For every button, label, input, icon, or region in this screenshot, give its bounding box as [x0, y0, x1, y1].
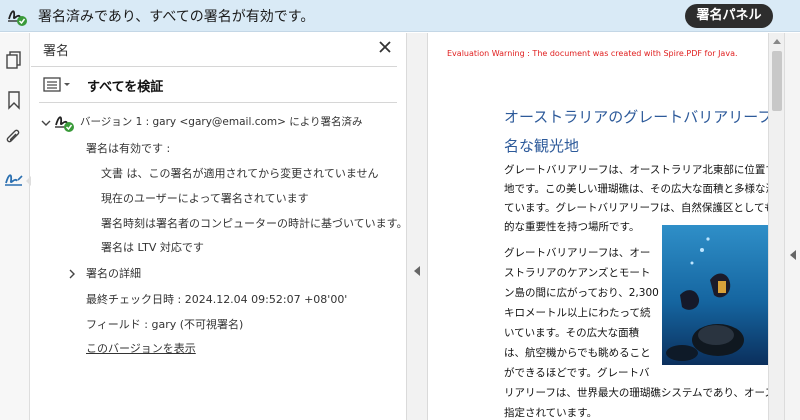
bookmark-icon[interactable]	[3, 89, 25, 111]
paragraph-line: 指定されています。	[504, 407, 598, 419]
paragraph-line: リアリーフは、世界最大の珊瑚礁システムであり、オース	[504, 387, 769, 399]
paragraph-line: キロメートル以上にわたって続	[504, 307, 651, 319]
scrollbar-thumb[interactable]	[772, 51, 782, 111]
signature-field: フィールド : gary (不可視署名)	[86, 318, 244, 331]
signature-panel-button[interactable]: 署名パネル	[685, 4, 773, 28]
document-heading: 名な観光地	[504, 137, 580, 155]
options-menu-icon[interactable]	[43, 76, 75, 94]
signature-details-toggle[interactable]: 署名の詳細	[86, 265, 141, 281]
verify-all-button[interactable]: すべてを検証	[87, 76, 163, 95]
right-rail[interactable]	[784, 33, 800, 420]
paragraph-line: いています。その広大な面積	[504, 327, 640, 339]
version-line[interactable]: バージョン 1 : gary <gary@email.com> により署名済み	[80, 114, 363, 129]
document-scrollbar[interactable]	[768, 33, 784, 420]
expand-right-panel-icon[interactable]	[790, 250, 796, 260]
scroll-up-icon[interactable]	[773, 39, 781, 44]
signature-valid-icon	[8, 10, 27, 26]
paragraph-line: ン島の間に広がっており、2,300	[504, 287, 659, 299]
detail-item: 署名は LTV 対応です	[101, 241, 204, 254]
signature-panel: 署名 すべてを検証 バージョン 1 : gary <gary@email.com…	[31, 33, 408, 420]
attachment-icon[interactable]	[3, 126, 25, 148]
left-navigation-rail	[0, 33, 31, 420]
panel-title: 署名	[43, 44, 70, 59]
paragraph-line: グレートバリアリーフは、オー	[504, 247, 651, 259]
paragraph-line: ストラリアのケアンズとモート	[504, 267, 651, 279]
last-check-time: 最終チェック日時 : 2024.12.04 09:52:07 +08'00'	[86, 293, 348, 306]
document-page: Evaluation Warning : The document was cr…	[429, 33, 769, 420]
signature-valid-icon	[55, 116, 74, 132]
paragraph-line: ができるほどです。グレートバ	[504, 367, 650, 379]
signature-status-banner: 署名済みであり、すべての署名が有効です。 署名パネル	[0, 0, 800, 32]
detail-item: 現在のユーザーによって署名されています	[101, 192, 309, 205]
signature-valid-heading: 署名は有効です :	[86, 142, 171, 155]
reef-photo	[662, 225, 769, 365]
panel-splitter[interactable]	[406, 33, 428, 420]
detail-item: 署名時刻は署名者のコンピューターの時計に基づいています。	[101, 217, 408, 230]
paragraph-line: 地です。この美しい珊瑚礁は、その広大な面積と多様な海	[504, 183, 769, 195]
paragraph-line: ています。グレートバリアリーフは、自然保護区としても	[504, 202, 769, 214]
close-icon[interactable]	[377, 39, 393, 55]
banner-message: 署名済みであり、すべての署名が有効です。	[38, 9, 315, 25]
divider	[31, 66, 397, 67]
paragraph-line: 的な重要性を持つ場所です。	[504, 221, 640, 233]
collapse-panel-icon[interactable]	[414, 266, 420, 276]
document-heading: オーストラリアのグレートバリアリーフ	[504, 108, 769, 126]
paragraph-line: グレートバリアリーフは、オーストラリア北東部に位置す	[504, 164, 769, 176]
view-version-link[interactable]: このバージョンを表示	[86, 340, 196, 356]
signature-icon[interactable]	[3, 168, 25, 190]
divider	[39, 102, 397, 103]
detail-item: 文書 は、この署名が適用されてから変更されていません	[101, 167, 379, 180]
chevron-right-icon[interactable]	[67, 269, 77, 279]
chevron-down-icon[interactable]	[41, 118, 51, 128]
evaluation-warning: Evaluation Warning : The document was cr…	[447, 49, 738, 58]
pages-icon[interactable]	[3, 49, 25, 71]
paragraph-line: は、航空機からでも眺めること	[504, 347, 651, 359]
